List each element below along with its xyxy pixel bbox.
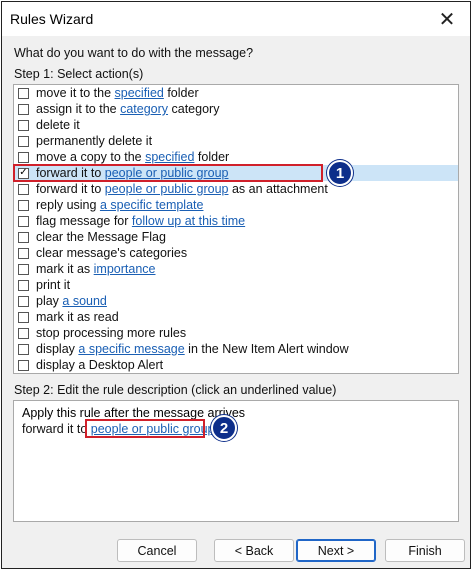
description-forward-text: forward it to	[22, 422, 91, 436]
action-link[interactable]: specified	[145, 150, 194, 164]
action-row[interactable]: move a copy to the specified folder	[14, 149, 458, 165]
checkbox[interactable]	[18, 87, 29, 99]
step-marker-2: 2	[211, 415, 237, 441]
action-link[interactable]: category	[120, 102, 168, 116]
action-link[interactable]: specified	[115, 86, 164, 100]
action-row[interactable]: permanently delete it	[14, 133, 458, 149]
checkbox[interactable]	[18, 183, 29, 195]
action-text: permanently delete it	[36, 134, 153, 148]
action-text: clear message's categories	[36, 246, 188, 260]
checkbox[interactable]	[18, 359, 29, 371]
action-text: stop processing more rules	[36, 326, 187, 340]
action-row[interactable]: move it to the specified folder	[14, 85, 458, 101]
checkbox[interactable]	[18, 103, 29, 115]
action-row[interactable]: assign it to the category category	[14, 101, 458, 117]
step2-label: Step 2: Edit the rule description (click…	[14, 383, 337, 397]
step1-label: Step 1: Select action(s)	[14, 67, 144, 81]
back-button[interactable]: < Back	[214, 539, 294, 562]
checkbox[interactable]	[18, 343, 29, 355]
action-text: assign it to the	[36, 102, 121, 116]
action-text: move a copy to the	[36, 150, 146, 164]
action-link[interactable]: follow up at this time	[132, 214, 245, 228]
cancel-button[interactable]: Cancel	[117, 539, 197, 562]
action-link[interactable]: a specific message	[78, 342, 184, 356]
action-row[interactable]: reply using a specific template	[14, 197, 458, 213]
action-row[interactable]: print it	[14, 277, 458, 293]
action-text: forward it to	[36, 182, 105, 196]
checkbox[interactable]	[18, 151, 29, 163]
checkbox[interactable]	[18, 247, 29, 259]
close-icon[interactable]: ✕	[432, 7, 462, 31]
action-text: folder	[163, 86, 199, 100]
action-row[interactable]: flag message for follow up at this time	[14, 213, 458, 229]
action-text: mark it as	[36, 262, 94, 276]
action-text: reply using	[36, 198, 100, 212]
action-text: forward it to	[36, 166, 105, 180]
action-row[interactable]: mark it as read	[14, 309, 458, 325]
rule-description-box: Apply this rule after the message arrive…	[13, 400, 459, 522]
checkbox-checked[interactable]: ✓	[18, 167, 29, 179]
checkbox[interactable]	[18, 199, 29, 211]
action-text: as an attachment	[228, 182, 328, 196]
action-text: move it to the	[36, 86, 115, 100]
action-link[interactable]: people or public group	[105, 166, 229, 180]
next-button[interactable]: Next >	[296, 539, 376, 562]
actions-list[interactable]: move it to the specified folder assign it…	[13, 84, 459, 374]
question-label: What do you want to do with the message?	[14, 46, 254, 60]
action-text: folder	[194, 150, 230, 164]
action-row[interactable]: play a sound	[14, 293, 458, 309]
checkbox[interactable]	[18, 231, 29, 243]
checkbox[interactable]	[18, 263, 29, 275]
action-text: display a Desktop Alert	[36, 358, 164, 372]
action-text: delete it	[36, 118, 80, 132]
action-row[interactable]: display a Desktop Alert	[14, 357, 458, 373]
action-row[interactable]: clear the Message Flag	[14, 229, 458, 245]
action-text: display	[36, 342, 79, 356]
action-text: mark it as read	[36, 310, 119, 324]
people-or-public-group-link[interactable]: people or public group	[91, 422, 215, 436]
action-text: category	[168, 102, 220, 116]
action-row[interactable]: stop processing more rules	[14, 325, 458, 341]
action-text: in the New Item Alert window	[184, 342, 349, 356]
checkbox[interactable]	[18, 279, 29, 291]
action-row[interactable]: delete it	[14, 117, 458, 133]
action-text: print it	[36, 278, 71, 292]
checkbox[interactable]	[18, 215, 29, 227]
step-marker-1: 1	[327, 160, 353, 186]
checkbox[interactable]	[18, 135, 29, 147]
window-title: Rules Wizard	[10, 11, 94, 27]
action-row[interactable]: forward it to people or public group as …	[14, 181, 458, 197]
action-row[interactable]: mark it as importance	[14, 261, 458, 277]
action-row[interactable]: display a specific message in the New It…	[14, 341, 458, 357]
action-text: clear the Message Flag	[36, 230, 166, 244]
action-link[interactable]: importance	[94, 262, 156, 276]
action-link[interactable]: a specific template	[100, 198, 204, 212]
action-text: play	[36, 294, 63, 308]
action-link[interactable]: people or public group	[105, 182, 229, 196]
checkbox[interactable]	[18, 311, 29, 323]
action-row[interactable]: ✓ forward it to people or public group	[14, 165, 458, 181]
action-row[interactable]: clear message's categories	[14, 245, 458, 261]
action-link[interactable]: a sound	[62, 294, 106, 308]
action-text: flag message for	[36, 214, 132, 228]
checkbox[interactable]	[18, 327, 29, 339]
checkbox[interactable]	[18, 295, 29, 307]
title-bar: Rules Wizard ✕	[2, 2, 470, 36]
rules-wizard-dialog: Rules Wizard ✕ What do you want to do wi…	[1, 1, 471, 569]
description-line-1: Apply this rule after the message arrive…	[22, 406, 246, 420]
finish-button[interactable]: Finish	[385, 539, 465, 562]
checkbox[interactable]	[18, 119, 29, 131]
